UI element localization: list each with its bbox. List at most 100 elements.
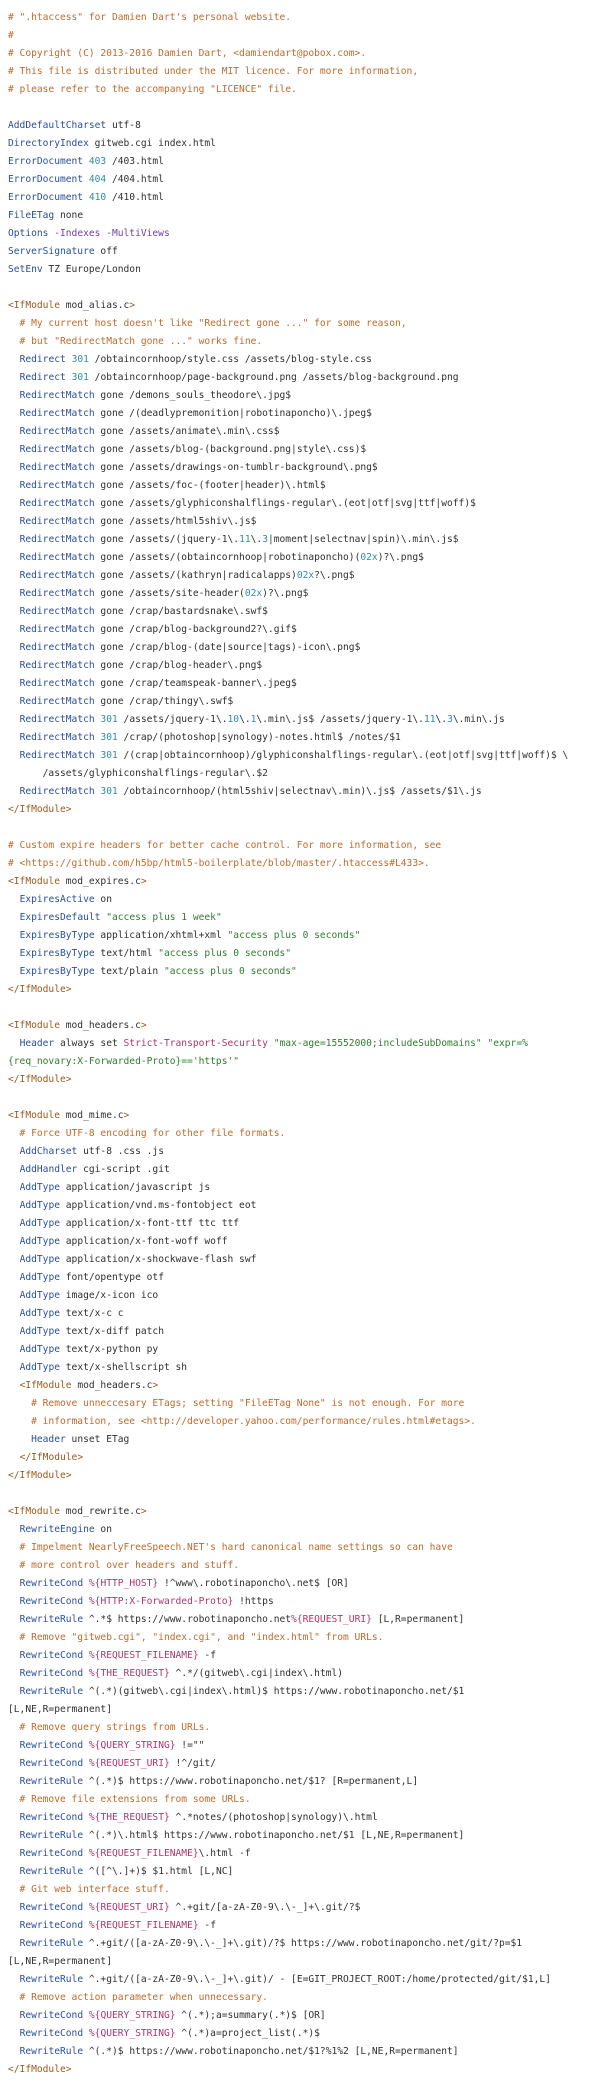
directive-keyword: RewriteRule [19,1686,84,1697]
code-line: RewriteCond %{REQUEST_URI} !^/git/ [8,1755,592,1773]
code-text: ^(.*)$ https://www.robotinaponcho.net/$1… [83,2046,459,2057]
section-tag: > [140,1020,147,1031]
code-line: [L,NE,R=permanent] [8,1701,592,1719]
code-line: # ".htaccess" for Damien Dart's personal… [8,9,592,27]
code-line: # My current host doesn't like "Redirect… [8,315,592,333]
string-literal: "expr=% [487,1038,528,1049]
directive-keyword: AddType [19,1254,60,1265]
directive-keyword: ExpiresByType [19,966,95,977]
comment-text: # please refer to the accompanying "LICE… [8,84,297,95]
directive-keyword: RewriteRule [19,1830,84,1841]
code-text: \. [239,714,251,725]
code-line: DirectoryIndex gitweb.cgi index.html [8,135,592,153]
code-line: RedirectMatch gone /demons_souls_theodor… [8,387,592,405]
directive-keyword: Header [31,1434,66,1445]
code-text: on [94,894,112,905]
code-line: RewriteRule ^(.*)$ https://www.robotinap… [8,2043,592,2061]
directive-keyword: RedirectMatch [19,696,95,707]
code-line: RewriteCond %{THE_REQUEST} ^.*/(gitweb\.… [8,1665,592,1683]
code-line: ErrorDocument 403 /403.html [8,153,592,171]
code-text: ^.*/(gitweb\.cgi|index\.html) [169,1668,344,1679]
code-text: /(crap|obtaincornhoop)/glyphiconshalflin… [117,750,569,761]
code-line: RedirectMatch gone /assets/blog-(backgro… [8,441,592,459]
directive-keyword: RewriteCond [19,1848,84,1859]
server-variable: %{THE_REQUEST} [88,1668,170,1679]
code-text: text/x-diff patch [60,1326,164,1337]
code-line: RedirectMatch gone /(deadlypremonition|r… [8,405,592,423]
directive-keyword: Redirect [19,372,66,383]
code-line: ErrorDocument 404 /404.html [8,171,592,189]
code-text: ?\.png$ [314,570,355,581]
directive-keyword: RewriteCond [19,1902,84,1913]
code-text: -f [198,1920,216,1931]
code-line: AddType application/vnd.ms-fontobject eo… [8,1197,592,1215]
code-text: utf-8 [106,120,141,131]
code-text: ^(.*)\.html$ https://www.robotinaponcho.… [83,1830,465,1841]
code-text: gone /crap/bastardsnake\.swf$ [94,606,268,617]
server-variable: %{QUERY_STRING} [88,1740,176,1751]
number-literal: 301 [100,714,118,725]
code-line: AddType text/x-diff patch [8,1323,592,1341]
code-text: gone /crap/blog-background2?\.gif$ [94,624,297,635]
code-line: RewriteCond %{REQUEST_FILENAME} -f [8,1647,592,1665]
code-text: mod_alias.c [59,300,130,311]
code-line: Redirect 301 /obtaincornhoop/page-backgr… [8,369,592,387]
code-text: unset ETag [65,1434,130,1445]
server-variable: %{REQUEST_URI} [291,1614,372,1625]
directive-keyword: RedirectMatch [19,498,95,509]
server-variable: %{QUERY_STRING} [88,2010,176,2021]
code-line: ExpiresActive on [8,891,592,909]
code-line: # <https://github.com/h5bp/html5-boilerp… [8,855,592,873]
directive-keyword: ExpiresByType [19,948,95,959]
string-literal: "access plus 0 seconds" [163,966,297,977]
directive-keyword: RedirectMatch [19,588,95,599]
code-line: ExpiresDefault "access plus 1 week" [8,909,592,927]
server-variable: Strict-Transport-Security [123,1038,268,1049]
code-text: gitweb.cgi index.html [88,138,216,149]
directive-keyword: ErrorDocument [8,156,84,167]
code-text: gone /assets/(kathryn|radicalapps) [94,570,297,581]
directive-keyword: RedirectMatch [19,786,95,797]
code-line: FileETag none [8,207,592,225]
string-literal: "max-age=15552000;includeSubDomains" [273,1038,482,1049]
code-line: RewriteRule ^([^\.]+)$ $1.html [L,NC] [8,1863,592,1881]
section-tag: > [140,876,147,887]
code-text: TZ Europe/London [42,264,141,275]
code-text: gone /crap/blog-header\.png$ [94,660,263,671]
code-line: </IfModule> [8,2061,592,2079]
code-text: ^([^\.]+)$ $1.html [L,NC] [83,1866,234,1877]
code-text: ^.*$ https://www.robotinaponcho.net [83,1614,292,1625]
code-line: AddType application/x-font-woff woff [8,1233,592,1251]
directive-keyword: RedirectMatch [19,462,95,473]
code-line: {req_novary:X-Forwarded-Proto}=='https'" [8,1053,592,1071]
code-line: RedirectMatch gone /assets/html5shiv\.js… [8,513,592,531]
section-tag: > [129,300,136,311]
code-line: # Custom expire headers for better cache… [8,837,592,855]
code-line: RedirectMatch gone /assets/foc-(footer|h… [8,477,592,495]
directive-keyword: RewriteRule [19,1776,84,1787]
code-text: \.min\.js$ /assets/jquery-1\. [256,714,424,725]
server-variable: %{HTTP:X-Forwarded-Proto} [88,1596,234,1607]
directive-keyword: AddType [19,1326,60,1337]
code-line: RedirectMatch gone /crap/blog-(date|sour… [8,639,592,657]
